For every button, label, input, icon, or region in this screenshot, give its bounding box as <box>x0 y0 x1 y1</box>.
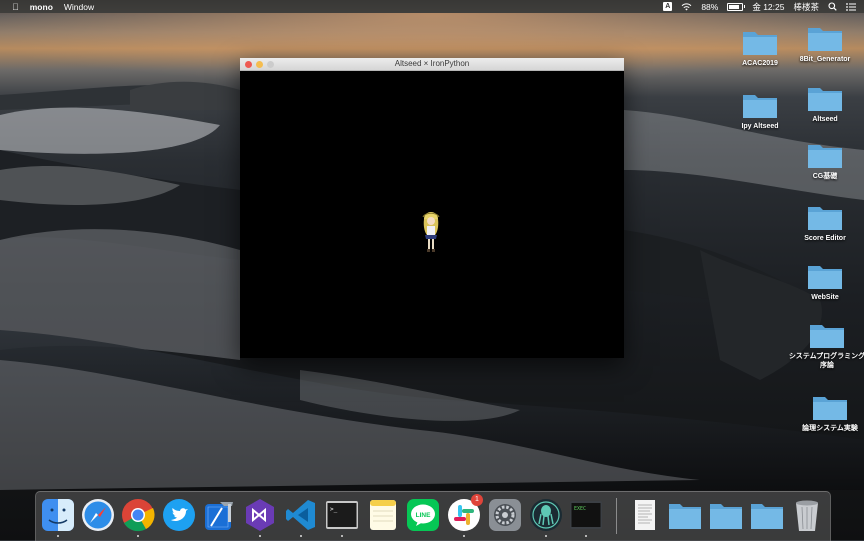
spotlight-search-icon[interactable] <box>828 2 837 11</box>
dock-folder-2[interactable] <box>709 498 743 532</box>
desktop-folder-website[interactable]: WebSite <box>785 262 864 302</box>
xcode-icon <box>205 502 233 530</box>
menu-bar:  mono Window A 88% 金 12:25 棒楼茶 <box>0 0 864 13</box>
desktop-item-label: Ipy Altseed <box>741 123 779 130</box>
folder-icon <box>810 325 844 348</box>
dock-terminal[interactable]: >_ <box>325 498 359 537</box>
dock-twitter[interactable] <box>162 498 196 532</box>
terminal-icon: >_ <box>326 501 358 529</box>
running-indicator <box>300 535 302 537</box>
app-window[interactable]: Altseed × IronPython <box>240 58 624 358</box>
dock-folder-1[interactable] <box>668 498 702 532</box>
clock[interactable]: 金 12:25 <box>752 1 784 13</box>
desktop-folder-cg[interactable]: CG基礎 <box>785 141 864 181</box>
running-indicator <box>545 535 547 537</box>
svg-text:>_: >_ <box>330 506 338 513</box>
chrome-icon <box>122 499 155 532</box>
gitkraken-icon <box>530 499 562 531</box>
notification-center-icon[interactable] <box>846 2 856 11</box>
running-indicator <box>341 535 343 537</box>
window-titlebar[interactable]: Altseed × IronPython <box>240 58 624 71</box>
app-menu[interactable]: mono <box>30 2 53 12</box>
folder-icon <box>813 397 847 420</box>
line-icon: LINE <box>407 499 439 531</box>
dock-trash[interactable] <box>790 498 824 532</box>
dock-document[interactable] <box>628 498 662 532</box>
running-indicator <box>463 535 465 537</box>
document-icon <box>635 500 655 530</box>
folder-icon <box>743 95 777 118</box>
dock-gitkraken[interactable] <box>529 498 563 537</box>
trash-icon <box>796 500 818 531</box>
dock-visual-studio[interactable] <box>243 498 277 537</box>
desktop-item-label: Score Editor <box>804 235 846 242</box>
dock-system-preferences[interactable] <box>488 498 522 532</box>
dock-chrome[interactable] <box>121 498 155 537</box>
twitter-icon <box>163 499 195 531</box>
visual-studio-icon <box>246 499 274 531</box>
desktop-item-label: 論理システム実験 <box>802 425 858 432</box>
menu-window[interactable]: Window <box>64 2 94 12</box>
dock-safari[interactable] <box>81 498 115 532</box>
desktop-folder-system-programming[interactable]: システムプログラミング序論 <box>787 321 864 370</box>
dock-xcode[interactable] <box>202 498 236 532</box>
dock-line[interactable]: LINE <box>406 498 440 532</box>
desktop-item-label: 8Bit_Generator <box>799 56 851 63</box>
folder-icon <box>669 504 701 529</box>
desktop-folder-8bit-generator[interactable]: 8Bit_Generator <box>785 24 864 64</box>
battery-icon[interactable] <box>727 2 746 11</box>
character-sprite <box>422 212 440 252</box>
dock-finder[interactable] <box>41 498 75 537</box>
window-title: Altseed × IronPython <box>394 59 470 68</box>
running-indicator <box>259 535 261 537</box>
desktop-folder-score-editor[interactable]: Score Editor <box>785 203 864 243</box>
dock-vscode[interactable] <box>284 498 318 537</box>
desktop-item-label: CG基礎 <box>812 173 838 180</box>
notification-badge: 1 <box>471 494 483 506</box>
script-icon: EXEC <box>570 501 602 529</box>
desktop-folder-altseed[interactable]: Altseed <box>785 84 864 124</box>
folder-icon <box>808 145 842 168</box>
desktop-item-label: ACAC2019 <box>742 60 778 67</box>
safari-icon <box>82 499 114 531</box>
gear-icon <box>489 499 521 531</box>
input-method-icon[interactable]: A <box>663 2 673 11</box>
finder-icon <box>42 499 74 531</box>
running-indicator <box>57 535 59 537</box>
folder-icon <box>808 266 842 289</box>
folder-icon <box>710 504 742 529</box>
desktop-folder-logic-systems[interactable]: 論理システム実験 <box>790 393 864 433</box>
game-canvas[interactable] <box>240 71 624 358</box>
battery-percent[interactable]: 88% <box>701 2 718 12</box>
desktop-item-label: Altseed <box>812 116 838 123</box>
dock-notes[interactable] <box>366 498 400 532</box>
vscode-icon <box>286 500 315 530</box>
folder-icon <box>808 28 842 51</box>
folder-icon <box>808 207 842 230</box>
running-indicator <box>585 535 587 537</box>
folder-icon <box>751 504 783 529</box>
folder-icon <box>743 32 777 55</box>
dock-folder-3[interactable] <box>750 498 784 532</box>
running-indicator <box>137 535 139 537</box>
folder-icon <box>808 88 842 111</box>
notes-icon <box>370 500 396 530</box>
dock: >_ LINE 1 EXEC <box>35 491 831 541</box>
svg-text:LINE: LINE <box>416 512 431 519</box>
apple-menu-icon[interactable]:  <box>12 2 19 12</box>
dock-slack[interactable]: 1 <box>447 494 483 537</box>
desktop-item-label: システムプログラミング序論 <box>788 353 864 369</box>
user-menu[interactable]: 棒楼茶 <box>793 1 819 13</box>
svg-text:EXEC: EXEC <box>574 506 586 512</box>
dock-script-editor[interactable]: EXEC <box>569 498 603 537</box>
desktop-item-label: WebSite <box>811 294 839 301</box>
dock-separator <box>616 498 617 534</box>
wifi-icon[interactable] <box>681 2 692 11</box>
